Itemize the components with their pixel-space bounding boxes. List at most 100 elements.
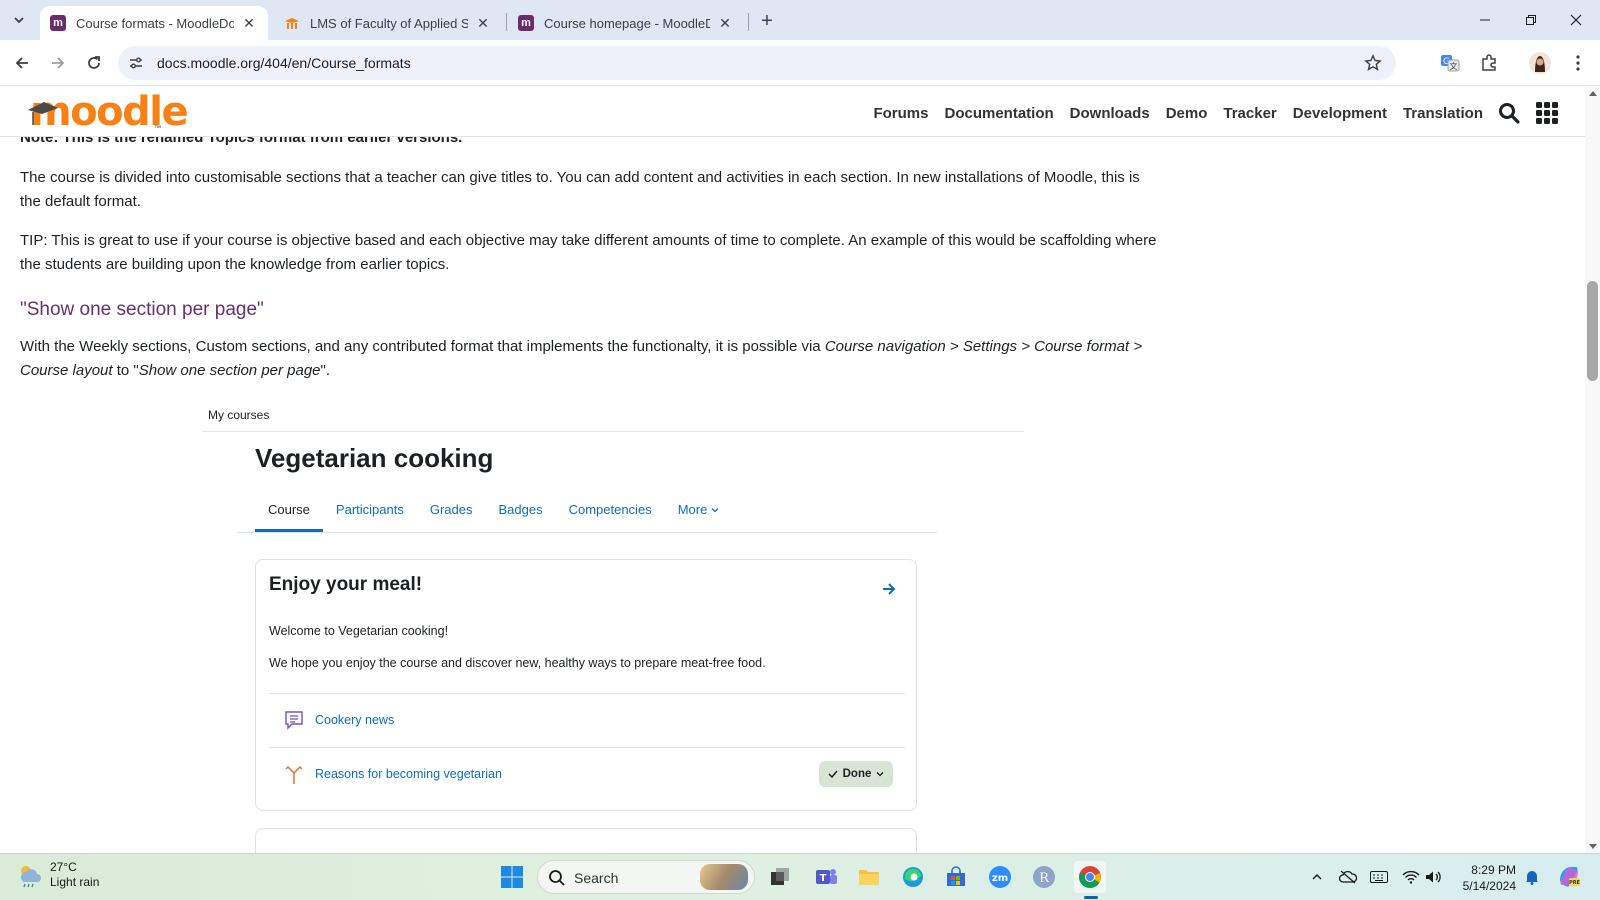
weather-description: Light rain xyxy=(50,875,100,889)
notification-bell-icon[interactable] xyxy=(1521,866,1543,888)
close-tab-icon[interactable]: ✕ xyxy=(240,14,258,32)
minimize-button[interactable] xyxy=(1462,0,1507,40)
search-icon[interactable] xyxy=(1497,101,1521,125)
course-title: Vegetarian cooking xyxy=(255,443,494,473)
paragraph-show-one-section: With the Weekly sections, Custom section… xyxy=(20,335,1160,383)
chevron-down-icon xyxy=(14,17,24,24)
section-summary-line: Welcome to Vegetarian cooking! xyxy=(269,624,449,638)
nav-tracker[interactable]: Tracker xyxy=(1223,105,1276,122)
start-button[interactable] xyxy=(496,861,528,893)
svg-text:PRE: PRE xyxy=(1569,880,1581,886)
file-explorer-icon[interactable] xyxy=(853,861,885,893)
paragraph-tip: TIP: This is great to use if your course… xyxy=(20,232,1157,273)
site-info-icon[interactable] xyxy=(126,53,146,73)
tab-badges: Badges xyxy=(498,502,543,517)
clock-time: 8:29 PM xyxy=(1471,863,1516,877)
section-card: Enjoy your meal! Welcome to Vegetarian c… xyxy=(255,559,917,811)
arrow-left-icon xyxy=(15,57,28,69)
rain-cloud-icon xyxy=(21,866,41,888)
active-app-indicator xyxy=(1084,896,1098,899)
search-highlight-image xyxy=(700,864,748,890)
close-icon xyxy=(1570,14,1581,26)
wifi-icon[interactable] xyxy=(1400,866,1422,888)
scroll-up-arrow-icon[interactable] xyxy=(1589,91,1597,96)
extensions-icon[interactable] xyxy=(1476,50,1502,76)
tab-separator xyxy=(506,13,507,31)
weather-widget[interactable]: 27°C Light rain xyxy=(16,860,99,890)
nav-downloads[interactable]: Downloads xyxy=(1070,105,1150,122)
arrow-right-icon xyxy=(52,57,65,69)
forward-button[interactable] xyxy=(44,49,72,77)
microsoft-store-icon[interactable] xyxy=(940,861,972,893)
chrome-menu-button[interactable] xyxy=(1565,50,1591,76)
chevron-down-icon xyxy=(711,508,719,513)
activity-item: Reasons for becoming vegetarian Done xyxy=(269,754,905,794)
close-window-button[interactable] xyxy=(1553,0,1598,40)
scrollbar-thumb[interactable] xyxy=(1587,281,1598,381)
completion-status-badge: Done xyxy=(819,761,893,787)
reload-icon xyxy=(88,56,100,69)
trademark-mark: ™ xyxy=(154,125,161,132)
taskbar-search[interactable]: Search xyxy=(537,860,755,894)
nav-translation[interactable]: Translation xyxy=(1403,105,1483,122)
volume-icon[interactable] xyxy=(1423,866,1445,888)
restore-icon xyxy=(1525,15,1536,25)
svg-text:R: R xyxy=(1039,871,1050,886)
course-screenshot-image: My courses Vegetarian cooking Course Par… xyxy=(202,400,1024,853)
reload-button[interactable] xyxy=(80,49,108,77)
course-tabs: Course Participants Grades Badges Compet… xyxy=(255,496,732,532)
bookmark-star-icon[interactable] xyxy=(1362,52,1384,74)
tab-title: Course formats - MoodleDocs xyxy=(76,15,234,31)
divider xyxy=(269,747,905,748)
tab-course-homepage[interactable]: m Course homepage - MoodleDo ✕ xyxy=(508,6,744,40)
check-icon xyxy=(828,770,838,779)
minimize-icon xyxy=(1479,19,1490,21)
show-hidden-icons-chevron-icon[interactable] xyxy=(1306,866,1328,888)
activity-item: Cookery news xyxy=(269,700,905,740)
zoom-icon[interactable]: zm xyxy=(984,861,1016,893)
search-icon xyxy=(549,870,565,886)
profile-avatar[interactable] xyxy=(1527,50,1553,76)
back-button[interactable] xyxy=(8,49,36,77)
close-tab-icon[interactable]: ✕ xyxy=(716,14,734,32)
nav-forums[interactable]: Forums xyxy=(873,105,928,122)
page-scrollbar[interactable] xyxy=(1585,87,1600,853)
tab-course-formats[interactable]: m Course formats - MoodleDocs ✕ xyxy=(40,6,268,40)
browser-toolbar: docs.moodle.org/404/en/Course_formats G文 xyxy=(0,40,1600,86)
chevron-down-icon xyxy=(876,772,884,777)
windows-taskbar: 27°C Light rain Search T zm R 8:29 PM 5/… xyxy=(0,853,1600,900)
edge-browser-icon[interactable] xyxy=(897,861,929,893)
tab-more-label: More xyxy=(677,502,708,517)
url-text: docs.moodle.org/404/en/Course_formats xyxy=(157,55,411,71)
keyboard-icon[interactable] xyxy=(1368,866,1390,888)
r-app-icon[interactable]: R xyxy=(1028,861,1060,893)
restore-button[interactable] xyxy=(1508,0,1553,40)
onedrive-cloud-icon[interactable] xyxy=(1337,866,1359,888)
tab-separator xyxy=(748,13,749,31)
svg-text:zm: zm xyxy=(992,873,1008,884)
chrome-icon[interactable] xyxy=(1074,861,1106,893)
nav-demo[interactable]: Demo xyxy=(1166,105,1208,122)
scroll-down-arrow-icon[interactable] xyxy=(1589,844,1597,849)
task-view-icon[interactable] xyxy=(764,861,796,893)
copilot-icon[interactable]: PRE xyxy=(1555,862,1583,890)
arrow-right-icon xyxy=(880,580,898,598)
nav-development[interactable]: Development xyxy=(1293,105,1387,122)
new-tab-button[interactable]: + xyxy=(754,9,780,33)
address-bar[interactable]: docs.moodle.org/404/en/Course_formats xyxy=(118,46,1396,80)
nav-documentation[interactable]: Documentation xyxy=(945,105,1054,122)
divider xyxy=(237,532,937,533)
tab-course: Course xyxy=(255,496,323,532)
teams-icon[interactable]: T xyxy=(810,861,842,893)
svg-text:文: 文 xyxy=(1450,61,1458,71)
windows-logo-icon xyxy=(501,866,523,888)
tab-strip: m Course formats - MoodleDocs ✕ LMS of F… xyxy=(0,0,1600,40)
translate-icon[interactable]: G文 xyxy=(1437,50,1463,76)
tab-lms[interactable]: LMS of Faculty of Applied Scien ✕ xyxy=(274,6,502,40)
tab-title: LMS of Faculty of Applied Scien xyxy=(310,15,468,31)
tab-search-button[interactable] xyxy=(6,8,32,32)
close-tab-icon[interactable]: ✕ xyxy=(474,14,492,32)
app-grid-icon[interactable] xyxy=(1535,101,1559,125)
tab-participants: Participants xyxy=(335,502,404,517)
system-clock[interactable]: 8:29 PM 5/14/2024 xyxy=(1458,862,1516,894)
